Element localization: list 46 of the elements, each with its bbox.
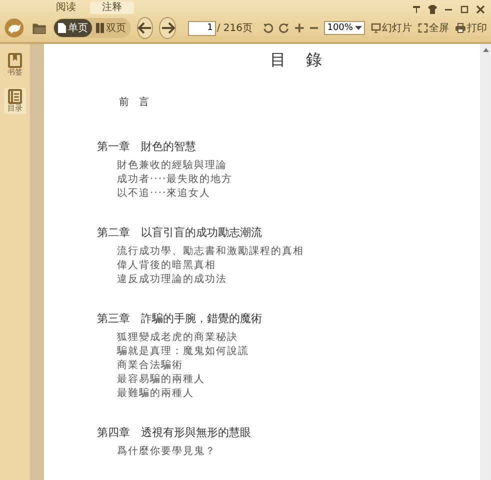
toc-entry[interactable]: 前 言 bbox=[97, 95, 480, 109]
dropdown-arrow-icon bbox=[354, 26, 362, 30]
scroll-up-icon[interactable] bbox=[482, 48, 488, 52]
toolbar-button[interactable]: 全屏 bbox=[418, 21, 449, 35]
toc-entry[interactable]: 最難騙的兩種人 bbox=[97, 387, 480, 401]
toolbar-button[interactable]: 幻灯片 bbox=[370, 21, 412, 35]
printer-icon bbox=[454, 23, 466, 33]
maximize-icon[interactable] bbox=[460, 5, 469, 14]
chapter-heading[interactable]: 第二章 以盲引盲的成功勵志潮流 bbox=[97, 225, 480, 240]
tab[interactable]: 阅读 bbox=[44, 1, 88, 14]
rotate-left-icon[interactable] bbox=[262, 21, 273, 35]
close-icon[interactable] bbox=[476, 5, 485, 14]
tab[interactable]: 注释 bbox=[90, 1, 134, 14]
toc-entry[interactable]: 流行成功學、勵志書和激勵課程的真相 bbox=[97, 245, 480, 259]
toc-entry[interactable]: 財色兼收的經驗與理論 bbox=[97, 159, 480, 173]
chapter-heading[interactable]: 第四章 透視有形與無形的慧眼 bbox=[97, 425, 480, 440]
fullscreen-icon bbox=[418, 23, 428, 33]
scrollbar[interactable] bbox=[480, 44, 491, 480]
toc-entry[interactable]: 狐狸變成老虎的商業秘訣 bbox=[97, 331, 480, 345]
previous-page-button[interactable] bbox=[136, 17, 154, 39]
toolbar-button[interactable]: 打印 bbox=[454, 21, 487, 35]
bookmark-icon bbox=[8, 53, 22, 68]
toc-entry[interactable]: 以不追‧‧‧‧來追女人 bbox=[97, 187, 480, 201]
view-mode-button[interactable]: 单页 bbox=[54, 19, 92, 37]
list-icon bbox=[8, 89, 22, 104]
rotate-right-icon[interactable] bbox=[278, 21, 289, 35]
toc-entry[interactable]: 最容易騙的兩種人 bbox=[97, 373, 480, 387]
toc-entry[interactable]: 偉人背後的暗黑真相 bbox=[97, 259, 480, 273]
shirt-icon[interactable] bbox=[428, 5, 437, 14]
chapter-heading[interactable]: 第一章 財色的智慧 bbox=[97, 139, 480, 154]
page-number-field[interactable]: 1 bbox=[188, 20, 216, 36]
toc-entry[interactable]: 成功者‧‧‧‧最失敗的地方 bbox=[97, 173, 480, 187]
toc-title: 目 錄 bbox=[269, 50, 325, 71]
toc-entry[interactable]: 違反成功理論的成功法 bbox=[97, 273, 480, 287]
monitor-icon bbox=[370, 23, 381, 33]
two-pages-icon bbox=[96, 23, 104, 33]
zoom-dropdown[interactable]: 100% bbox=[324, 21, 365, 35]
page-icon bbox=[58, 23, 66, 33]
zoom-in-icon[interactable] bbox=[294, 22, 304, 34]
toc-entry[interactable]: 商業合法騙術 bbox=[97, 359, 480, 373]
chapter-heading[interactable]: 第三章 詐騙的手腕，錯覺的魔術 bbox=[97, 311, 480, 326]
toc-entry[interactable]: 騙就是真理：魔鬼如何說謊 bbox=[97, 345, 480, 359]
view-mode-button[interactable]: 双页 bbox=[92, 19, 130, 37]
next-page-button[interactable] bbox=[159, 17, 176, 39]
toc-entry[interactable]: 爲什麼你要學見鬼？ bbox=[97, 445, 480, 459]
page-total: / 216页 bbox=[216, 22, 253, 35]
